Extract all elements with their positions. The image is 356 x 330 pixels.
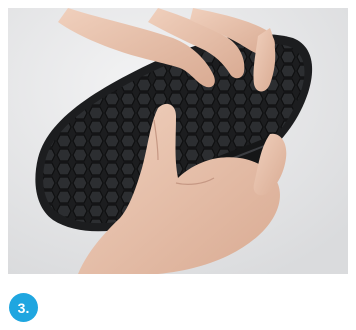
- step-number-badge: 3.: [9, 293, 38, 322]
- step-number-label: 3.: [17, 299, 30, 316]
- instruction-photo: [8, 8, 348, 274]
